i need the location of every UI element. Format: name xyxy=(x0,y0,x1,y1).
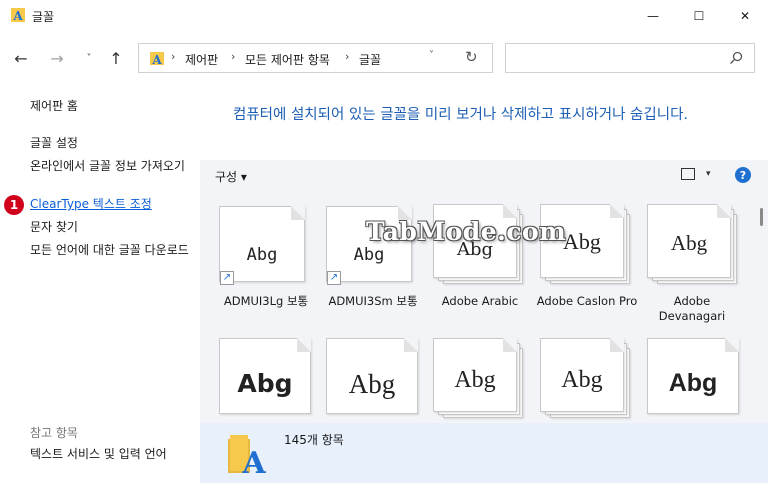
refresh-icon[interactable]: ↻ xyxy=(465,48,478,66)
scroll-thumb[interactable] xyxy=(760,208,763,226)
font-tile[interactable]: Abg xyxy=(326,338,422,423)
address-dropdown-icon[interactable]: ˅ xyxy=(429,50,434,61)
download-fonts-link[interactable]: 모든 언어에 대한 글꼴 다운로드 xyxy=(30,243,195,258)
font-preview-text: Abg xyxy=(561,367,603,393)
font-tile[interactable]: Abg xyxy=(540,338,636,423)
up-button[interactable]: ↑ xyxy=(104,46,128,70)
forward-button[interactable]: → xyxy=(45,46,69,70)
close-icon: ✕ xyxy=(739,9,751,23)
control-panel-home-link[interactable]: 제어판 홈 xyxy=(30,99,78,114)
font-settings-link[interactable]: 글꼴 설정 xyxy=(30,136,78,151)
fonts-folder-icon: A xyxy=(228,435,266,475)
font-tile-adobe-devanagari[interactable]: Abg xyxy=(647,204,743,290)
font-preview-text: Abg xyxy=(348,369,396,399)
item-count: 145개 항목 xyxy=(284,433,344,447)
font-preview-text: Abg xyxy=(237,369,293,398)
font-page: Abg ↗ xyxy=(219,206,305,285)
get-font-info-online-link[interactable]: 온라인에서 글꼴 정보 가져오기 xyxy=(30,159,195,174)
font-preview-text: Abg xyxy=(454,367,496,393)
page-description: 컴퓨터에 설치되어 있는 글꼴을 미리 보거나 삭제하고 표시하거나 숨깁니다. xyxy=(233,107,689,123)
font-tile-admui3lg[interactable]: Abg ↗ xyxy=(219,204,315,290)
font-name-label[interactable]: ADMUI3Sm 보통 xyxy=(313,294,433,309)
breadcrumb-separator: › xyxy=(345,50,350,63)
content-area: 구성 ▾ ▾ ? Abg ↗ ADMUI3Lg 보통 Abg ↗ ADMUI3S… xyxy=(200,160,768,423)
see-also-header: 참고 항목 xyxy=(30,426,78,440)
shortcut-arrow-icon: ↗ xyxy=(220,271,234,285)
font-name-label[interactable]: Adobe Arabic xyxy=(420,294,540,309)
search-box[interactable] xyxy=(505,43,755,73)
recent-locations-button[interactable]: ˅ xyxy=(77,46,101,70)
organize-label: 구성 xyxy=(215,170,238,184)
cleartype-adjust-link[interactable]: ClearType 텍스트 조정 xyxy=(30,197,152,212)
font-page: Abg xyxy=(433,338,517,412)
font-tile[interactable]: Abg xyxy=(647,338,743,423)
step-badge: 1 xyxy=(4,195,24,215)
breadcrumb-separator: › xyxy=(171,50,176,63)
watermark-text: TabMode.com xyxy=(366,217,567,246)
view-icon[interactable] xyxy=(681,168,695,180)
breadcrumb-fonts[interactable]: 글꼴 xyxy=(359,51,381,68)
font-page: Abg xyxy=(647,338,739,414)
font-page: Abg xyxy=(219,338,311,414)
font-tile[interactable]: Abg xyxy=(433,338,529,423)
title-bar: A 글꼴 — ☐ ✕ xyxy=(0,0,768,32)
search-input[interactable] xyxy=(512,49,722,67)
maximize-button[interactable]: ☐ xyxy=(676,0,722,32)
task-pane: 제어판 홈 글꼴 설정 온라인에서 글꼴 정보 가져오기 1 ClearType… xyxy=(0,88,200,483)
find-character-link[interactable]: 문자 찾기 xyxy=(30,220,78,235)
arrow-right-icon: → xyxy=(50,48,64,68)
navigation-bar: ← → ˅ ↑ A › 제어판 › 모든 제어판 항목 › 글꼴 ˅ ↻ xyxy=(0,38,768,78)
font-preview-text: Abg xyxy=(668,369,718,397)
font-page: Abg xyxy=(326,338,418,414)
arrow-left-icon: ← xyxy=(14,48,28,68)
shortcut-arrow-icon: ↗ xyxy=(327,271,341,285)
minimize-button[interactable]: — xyxy=(630,0,676,32)
vertical-scrollbar[interactable] xyxy=(756,192,768,423)
search-icon[interactable] xyxy=(728,50,744,66)
font-preview-text: Abg xyxy=(353,245,385,265)
font-name-label[interactable]: Adobe Caslon Pro xyxy=(532,294,642,309)
svg-text:A: A xyxy=(151,53,162,66)
chevron-down-icon: ▾ xyxy=(240,170,247,184)
fonts-app-icon: A xyxy=(11,8,25,23)
fonts-folder-icon: A xyxy=(150,52,164,66)
window-title: 글꼴 xyxy=(32,10,55,24)
details-pane: A 145개 항목 xyxy=(200,423,768,483)
maximize-icon: ☐ xyxy=(693,9,705,23)
font-name-label[interactable]: Adobe Devanagari xyxy=(644,294,740,324)
font-page: Abg xyxy=(540,338,624,412)
arrow-up-icon: ↑ xyxy=(109,48,123,68)
svg-text:A: A xyxy=(12,9,23,23)
close-button[interactable]: ✕ xyxy=(722,0,768,32)
svg-text:A: A xyxy=(241,446,266,475)
command-bar: 구성 ▾ ▾ ? xyxy=(200,160,768,190)
help-icon[interactable]: ? xyxy=(735,167,751,183)
organize-button[interactable]: 구성 ▾ xyxy=(215,168,247,185)
font-preview-text: Abg xyxy=(246,245,278,265)
font-preview-text: Abg xyxy=(670,231,708,255)
font-page: Abg xyxy=(647,204,731,278)
breadcrumb-separator: › xyxy=(231,50,236,63)
back-button[interactable]: ← xyxy=(9,46,33,70)
chevron-down-icon: ˅ xyxy=(86,52,92,64)
breadcrumb-all-items[interactable]: 모든 제어판 항목 xyxy=(245,51,330,68)
breadcrumb-control-panel[interactable]: 제어판 xyxy=(185,51,218,68)
text-services-link[interactable]: 텍스트 서비스 및 입력 언어 xyxy=(30,447,167,462)
minimize-icon: — xyxy=(647,9,659,23)
font-tile[interactable]: Abg xyxy=(219,338,315,423)
address-bar[interactable]: A › 제어판 › 모든 제어판 항목 › 글꼴 ˅ ↻ xyxy=(138,43,493,73)
font-name-label[interactable]: ADMUI3Lg 보통 xyxy=(206,294,326,309)
view-dropdown-icon[interactable]: ▾ xyxy=(706,169,711,179)
